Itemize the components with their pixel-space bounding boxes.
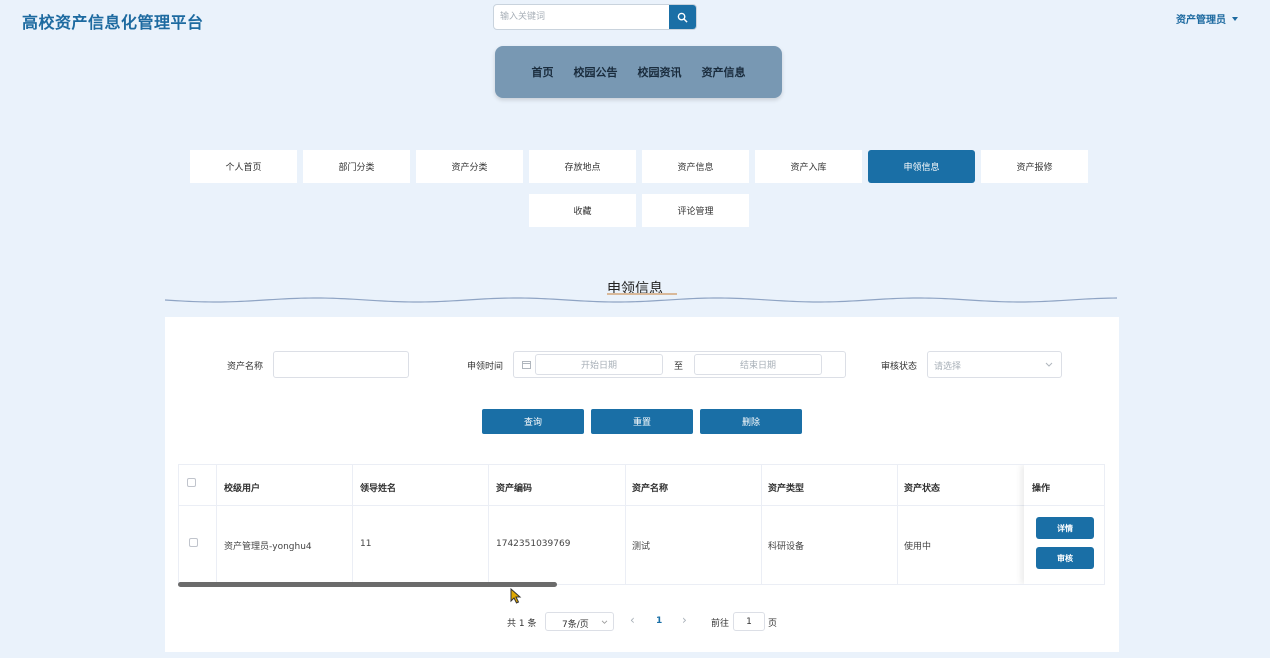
caret-down-icon: [1232, 16, 1238, 21]
col-divider: [897, 465, 898, 584]
search-icon: [677, 12, 688, 23]
reset-button[interactable]: 重置: [591, 409, 693, 434]
tab-asset-repair[interactable]: 资产报修: [981, 150, 1088, 183]
asset-name-label: 资产名称: [227, 362, 264, 372]
nav-asset-info[interactable]: 资产信息: [702, 64, 746, 80]
tab-asset-inbound[interactable]: 资产入库: [755, 150, 862, 183]
col-divider: [761, 465, 762, 584]
nav-home[interactable]: 首页: [532, 64, 554, 80]
start-date-placeholder: 开始日期: [580, 361, 617, 371]
col-header-leader[interactable]: 领导姓名: [360, 481, 396, 494]
next-page-button[interactable]: ›: [682, 613, 687, 627]
col-header-asset-type[interactable]: 资产类型: [768, 481, 804, 494]
query-button[interactable]: 查询: [482, 409, 584, 434]
end-date-input[interactable]: 结束日期: [694, 354, 822, 375]
col-header-asset-status[interactable]: 资产状态: [904, 481, 940, 494]
nav-news[interactable]: 校园资讯: [638, 64, 682, 80]
asset-name-input[interactable]: [273, 351, 409, 378]
col-header-asset-code[interactable]: 资产编码: [496, 481, 532, 494]
apply-time-label: 申领时间: [467, 362, 504, 372]
end-date-placeholder: 结束日期: [739, 361, 776, 371]
select-all-checkbox[interactable]: [187, 478, 196, 487]
tab-comment-manage[interactable]: 评论管理: [642, 194, 749, 227]
col-divider: [352, 465, 353, 584]
col-divider: [216, 465, 217, 584]
app-title: 高校资产信息化管理平台: [22, 13, 204, 32]
select-placeholder: 请选择: [934, 362, 962, 372]
range-separator: 至: [674, 362, 684, 372]
chevron-down-icon: [1045, 362, 1053, 367]
search-input[interactable]: [494, 5, 682, 29]
col-header-asset-name[interactable]: 资产名称: [632, 481, 668, 494]
goto-page-input[interactable]: 1: [733, 612, 765, 631]
row-checkbox[interactable]: [189, 538, 198, 547]
chevron-down-icon: [601, 620, 608, 624]
cell-asset-code: 1742351039769: [496, 539, 571, 549]
horizontal-scrollbar[interactable]: [178, 582, 557, 587]
search-box: [493, 4, 697, 30]
cell-asset-name: 测试: [632, 542, 651, 552]
cell-asset-status: 使用中: [904, 542, 932, 552]
review-status-select[interactable]: 请选择: [927, 351, 1062, 378]
goto-label: 前往: [711, 619, 730, 629]
tab-asset-info[interactable]: 资产信息: [642, 150, 749, 183]
col-divider: [625, 465, 626, 584]
tab-apply-info[interactable]: 申领信息: [868, 150, 975, 183]
user-menu[interactable]: 资产管理员: [1176, 11, 1238, 26]
current-page[interactable]: 1: [656, 616, 662, 626]
page-suffix: 页: [768, 619, 778, 629]
tab-favorites[interactable]: 收藏: [529, 194, 636, 227]
nav-announcements[interactable]: 校园公告: [574, 64, 618, 80]
page-size-value: 7条/页: [562, 620, 589, 630]
goto-page-value: 1: [746, 617, 752, 627]
header-divider: [179, 505, 1104, 506]
delete-button[interactable]: 删除: [700, 409, 802, 434]
pagination-total: 共 1 条: [507, 619, 537, 629]
data-table: 校级用户 领导姓名 资产编码 资产名称 资产类型 资产状态 资产管理员-yong…: [178, 464, 1105, 585]
tab-personal-home[interactable]: 个人首页: [190, 150, 297, 183]
cell-asset-type: 科研设备: [768, 542, 805, 552]
col-header-user[interactable]: 校级用户: [224, 481, 260, 494]
tab-storage-location[interactable]: 存放地点: [529, 150, 636, 183]
col-divider: [488, 465, 489, 584]
review-status-label: 审核状态: [881, 362, 918, 372]
wave-divider: [165, 297, 1118, 303]
cell-user: 资产管理员-yonghu4: [224, 542, 312, 552]
start-date-input[interactable]: 开始日期: [535, 354, 663, 375]
actions-column: 操作 详情 审核: [1024, 465, 1104, 584]
calendar-icon: [522, 361, 531, 369]
date-range-picker[interactable]: 开始日期 至 结束日期: [513, 351, 846, 378]
mouse-cursor-icon: [510, 588, 522, 604]
col-header-actions: 操作: [1032, 484, 1051, 494]
top-nav: 首页 校园公告 校园资讯 资产信息: [495, 46, 782, 98]
cell-leader: 11: [360, 539, 372, 549]
tab-asset-category[interactable]: 资产分类: [416, 150, 523, 183]
prev-page-button[interactable]: ‹: [630, 613, 635, 627]
user-label: 资产管理员: [1176, 15, 1226, 26]
tab-department[interactable]: 部门分类: [303, 150, 410, 183]
detail-button[interactable]: 详情: [1036, 517, 1094, 539]
review-button[interactable]: 审核: [1036, 547, 1094, 569]
page-size-select[interactable]: 7条/页: [545, 612, 614, 631]
search-button[interactable]: [669, 5, 696, 29]
